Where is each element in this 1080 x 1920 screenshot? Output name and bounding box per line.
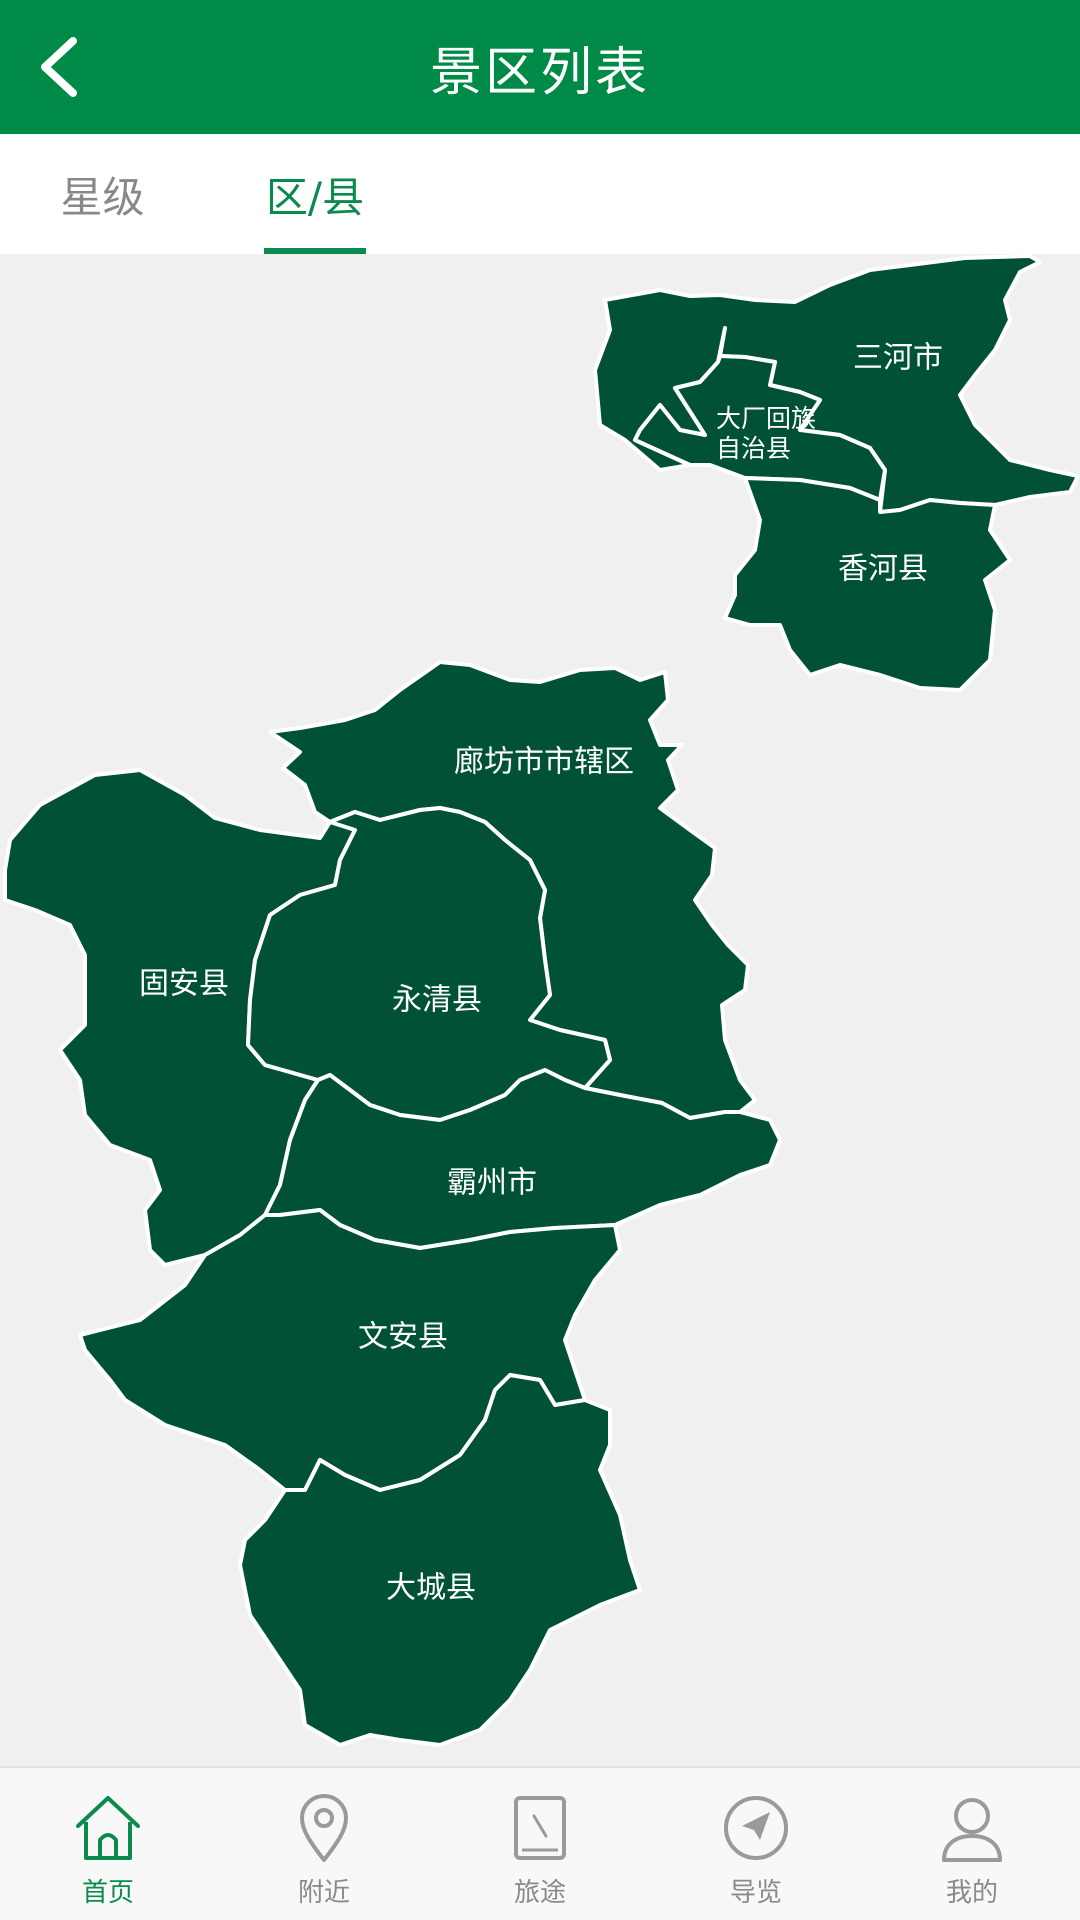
label-xianghe[interactable]: 香河县 [838,553,928,585]
nav-label: 首页 [81,1878,134,1908]
tab-label: 区/县 [265,172,365,222]
label-yongqing[interactable]: 永清县 [392,984,482,1016]
nav-trip[interactable]: 旅途 [432,1768,648,1920]
label-guan[interactable]: 固安县 [139,968,229,1000]
tab-bar: 星级 区/县 [0,134,1080,254]
tab-label: 星级 [60,172,145,222]
bottom-nav: 首页 附近 旅途 导览 我的 [0,1766,1080,1920]
app-header: 景区列表 [0,0,1080,134]
page-title: 景区列表 [429,42,650,103]
book-icon [514,1796,566,1860]
user-icon [942,1798,1002,1862]
label-dachang-line2[interactable]: 自治县 [716,435,791,462]
location-pin-icon [300,1794,348,1862]
label-langfang[interactable]: 廊坊市市辖区 [454,746,634,778]
nav-label: 附近 [297,1878,350,1908]
nav-label: 我的 [945,1878,998,1908]
district-map: 三河市 大厂回族 自治县 香河县 廊坊市市辖区 固安县 永清县 霸州市 文安县 … [0,254,1080,1766]
compass-icon [724,1796,788,1860]
nav-nearby[interactable]: 附近 [216,1768,432,1920]
chevron-left-icon [41,37,77,97]
label-bazhou[interactable]: 霸州市 [447,1167,537,1199]
home-icon [76,1796,140,1860]
district-map-svg [3,254,1080,1747]
label-sanhe[interactable]: 三河市 [853,342,943,374]
nav-guide[interactable]: 导览 [648,1768,864,1920]
label-dachang-line1[interactable]: 大厂回族 [716,405,816,432]
back-button[interactable] [24,30,98,104]
label-wenan[interactable]: 文安县 [358,1321,448,1353]
tab-district[interactable]: 区/县 [264,134,366,254]
nav-label: 导览 [729,1878,782,1908]
nav-home[interactable]: 首页 [0,1768,216,1920]
label-daicheng[interactable]: 大城县 [386,1572,476,1604]
nav-mine[interactable]: 我的 [864,1768,1080,1920]
tab-star-level[interactable]: 星级 [40,134,165,254]
nav-label: 旅途 [513,1878,566,1908]
